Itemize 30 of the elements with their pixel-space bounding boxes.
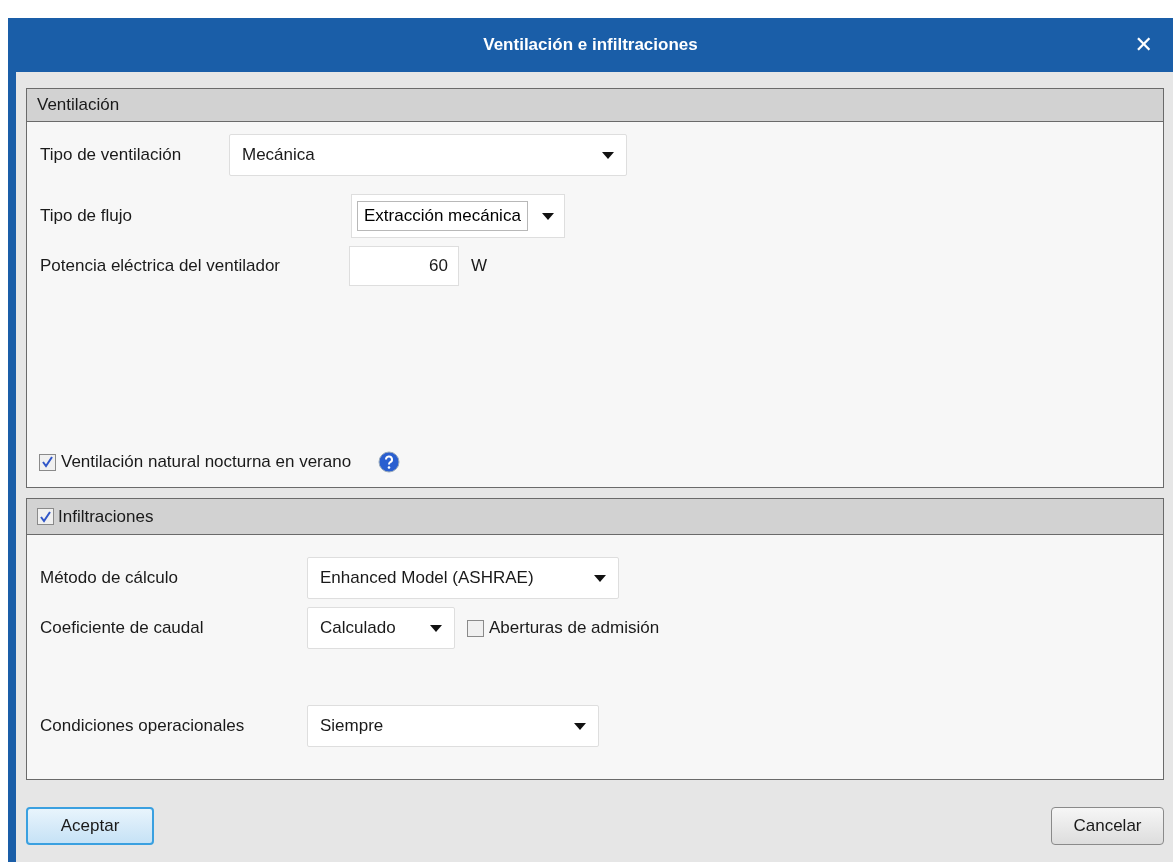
checkbox[interactable] xyxy=(37,508,54,525)
dialog-button[interactable]: Aceptar xyxy=(26,807,154,845)
checkbox-label: Aberturas de admisión xyxy=(489,618,660,638)
help-icon[interactable] xyxy=(378,451,401,473)
caret-icon xyxy=(574,722,586,730)
caret-icon xyxy=(594,574,606,582)
caret-icon xyxy=(602,151,614,159)
panel-title: Ventilación xyxy=(37,95,120,115)
field-label: Tipo de flujo xyxy=(40,206,133,226)
close-button[interactable]: ✕ xyxy=(1130,30,1157,59)
checkbox[interactable] xyxy=(39,453,56,471)
field-label: Potencia eléctrica del ventilador xyxy=(40,256,282,276)
caret-icon xyxy=(541,212,554,220)
field-label: Método de cálculo xyxy=(40,568,179,588)
field-label: Condiciones operacionales xyxy=(40,716,246,736)
checkbox-label: Ventilación natural nocturna en verano xyxy=(61,452,352,472)
dialog-button[interactable]: Cancelar xyxy=(1051,807,1164,845)
dropdown[interactable]: Calculado xyxy=(307,607,455,649)
field-label: Coeficiente de caudal xyxy=(40,618,205,638)
number-field[interactable]: 60 xyxy=(349,246,459,286)
field-label: Tipo de ventilación xyxy=(40,145,183,165)
dropdown[interactable]: Enhanced Model (ASHRAE) xyxy=(307,557,619,599)
caret-icon xyxy=(430,624,442,632)
dropdown[interactable]: Siempre xyxy=(307,705,599,747)
unit-label: W xyxy=(471,256,488,276)
panel-title: Infiltraciones xyxy=(58,506,154,527)
dropdown[interactable]: Extracción mecánica xyxy=(351,194,565,238)
window-title: Ventilación e infiltraciones xyxy=(483,35,698,55)
dropdown[interactable]: Mecánica xyxy=(229,134,627,176)
checkbox[interactable] xyxy=(467,619,484,637)
